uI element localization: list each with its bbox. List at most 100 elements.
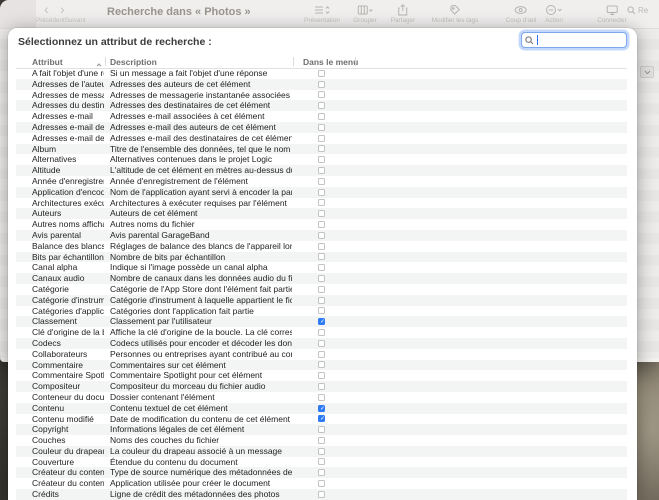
menu-checkbox[interactable] bbox=[318, 297, 325, 304]
share-button[interactable]: Partager bbox=[391, 3, 416, 24]
attribute-search-input[interactable] bbox=[538, 35, 623, 45]
toolbar-search-field[interactable]: Re bbox=[627, 6, 648, 15]
menu-checkbox[interactable] bbox=[318, 491, 325, 498]
menu-checkbox[interactable] bbox=[318, 264, 325, 271]
table-row[interactable]: ClassementClassement par l'utilisateur bbox=[16, 316, 627, 327]
menu-checkbox[interactable] bbox=[318, 437, 325, 444]
table-row[interactable]: Contenu modifiéDate de modification du c… bbox=[16, 414, 627, 425]
column-header-description[interactable]: Description bbox=[110, 57, 157, 67]
menu-checkbox[interactable] bbox=[318, 329, 325, 336]
table-row[interactable]: Adresses du destinat…Adresses des destin… bbox=[16, 100, 627, 111]
table-row[interactable]: Commentaire SpotlightCommentaire Spotlig… bbox=[16, 370, 627, 381]
table-row[interactable]: AlbumTitre de l'ensemble des données, te… bbox=[16, 144, 627, 155]
menu-checkbox-checked[interactable] bbox=[318, 318, 325, 325]
table-row[interactable]: CouvertureÉtendue du contenu du document bbox=[16, 457, 627, 468]
table-row[interactable]: ContenuContenu textuel de cet élément bbox=[16, 403, 627, 414]
menu-checkbox[interactable] bbox=[318, 145, 325, 152]
attribute-name-cell: Adresses e-mail des… bbox=[32, 133, 104, 144]
menu-checkbox[interactable] bbox=[318, 232, 325, 239]
menu-checkbox[interactable] bbox=[318, 469, 325, 476]
menu-checkbox[interactable] bbox=[318, 383, 325, 390]
table-row[interactable]: Autres noms affichabl…Autres noms du fic… bbox=[16, 219, 627, 230]
table-row[interactable]: Adresses de l'auteurAdresses des auteurs… bbox=[16, 79, 627, 90]
menu-checkbox[interactable] bbox=[318, 286, 325, 293]
menu-checkbox[interactable] bbox=[318, 448, 325, 455]
menu-checkbox[interactable] bbox=[318, 167, 325, 174]
table-row[interactable]: Canaux audioNombre de canaux dans les do… bbox=[16, 273, 627, 284]
menu-checkbox[interactable] bbox=[318, 340, 325, 347]
menu-checkbox[interactable] bbox=[318, 243, 325, 250]
menu-checkbox[interactable] bbox=[318, 91, 325, 98]
attribute-name-cell: Collaborateurs bbox=[32, 349, 104, 360]
table-row[interactable]: CopyrightInformations légales de cet élé… bbox=[16, 424, 627, 435]
menu-checkbox[interactable] bbox=[318, 253, 325, 260]
table-row[interactable]: Adresses e-mail de l'a…Adresses e-mail d… bbox=[16, 122, 627, 133]
menu-checkbox[interactable] bbox=[318, 426, 325, 433]
table-row[interactable]: Créateur du contenuType de source numéri… bbox=[16, 467, 627, 478]
table-row[interactable]: Adresses e-mailAdresses e-mail associées… bbox=[16, 111, 627, 122]
action-button[interactable]: Action bbox=[545, 3, 563, 24]
connect-button[interactable]: Connecter bbox=[597, 3, 627, 24]
table-row[interactable]: Application d'encoda…Nom de l'applicatio… bbox=[16, 187, 627, 198]
table-row[interactable]: CréditsLigne de crédit des métadonnées d… bbox=[16, 489, 627, 500]
table-row[interactable]: Créateur du contenuApplication utilisée … bbox=[16, 478, 627, 489]
menu-checkbox[interactable] bbox=[318, 307, 325, 314]
column-header-dans-le-menu[interactable]: Dans le menu bbox=[303, 57, 358, 67]
menu-checkbox-checked[interactable] bbox=[318, 405, 325, 412]
back-button[interactable]: ‹ bbox=[44, 2, 49, 16]
table-row[interactable]: CommentaireCommentaires sur cet élément bbox=[16, 360, 627, 371]
menu-checkbox[interactable] bbox=[318, 70, 325, 77]
view-button[interactable]: Présentation bbox=[304, 3, 340, 24]
tags-button[interactable]: Modifier les tags bbox=[432, 3, 479, 24]
menu-checkbox[interactable] bbox=[318, 372, 325, 379]
attribute-name-cell: Canal alpha bbox=[32, 262, 104, 273]
menu-checkbox[interactable] bbox=[318, 102, 325, 109]
menu-checkbox[interactable] bbox=[318, 210, 325, 217]
menu-checkbox[interactable] bbox=[318, 275, 325, 282]
attribute-search-field[interactable] bbox=[521, 32, 627, 48]
table-row[interactable]: Bits par échantillonNombre de bits par é… bbox=[16, 252, 627, 263]
table-row[interactable]: AltitudeL'altitude de cet élément en mèt… bbox=[16, 165, 627, 176]
menu-checkbox-checked[interactable] bbox=[318, 415, 325, 422]
menu-checkbox[interactable] bbox=[318, 351, 325, 358]
menu-checkbox[interactable] bbox=[318, 221, 325, 228]
table-row[interactable]: CompositeurCompositeur du morceau du fic… bbox=[16, 381, 627, 392]
table-row[interactable]: Catégories d'applicati…Catégories dont l… bbox=[16, 306, 627, 317]
table-row[interactable]: AlternativesAlternatives contenues dans … bbox=[16, 154, 627, 165]
table-row[interactable]: Canal alphaIndique si l'image possède un… bbox=[16, 262, 627, 273]
column-header-attribut[interactable]: Attribut bbox=[32, 57, 63, 67]
menu-checkbox[interactable] bbox=[318, 81, 325, 88]
table-row[interactable]: Conteneur du docum…Dossier contenant l'é… bbox=[16, 392, 627, 403]
table-row[interactable]: Année d'enregistreme…Année d'enregistrem… bbox=[16, 176, 627, 187]
table-row[interactable]: A fait l'objet d'une rép…Si un message a… bbox=[16, 68, 627, 79]
quicklook-button[interactable]: Coup d'œil bbox=[506, 3, 537, 24]
menu-checkbox[interactable] bbox=[318, 199, 325, 206]
table-row[interactable]: Balance des blancsRéglages de balance de… bbox=[16, 241, 627, 252]
menu-checkbox[interactable] bbox=[318, 124, 325, 131]
group-button[interactable]: Grouper bbox=[353, 3, 376, 24]
table-row[interactable]: Couleur du drapeauLa couleur du drapeau … bbox=[16, 446, 627, 457]
table-row[interactable]: CatégorieCatégorie de l'App Store dont l… bbox=[16, 284, 627, 295]
menu-checkbox[interactable] bbox=[318, 113, 325, 120]
forward-button[interactable]: › bbox=[60, 2, 65, 16]
table-row[interactable]: Clé d'origine de la bo…Affiche la clé d'… bbox=[16, 327, 627, 338]
menu-checkbox[interactable] bbox=[318, 135, 325, 142]
table-row[interactable]: Adresses e-mail des…Adresses e-mail des … bbox=[16, 133, 627, 144]
table-row[interactable]: CouchesNoms des couches du fichier bbox=[16, 435, 627, 446]
menu-checkbox[interactable] bbox=[318, 178, 325, 185]
table-row[interactable]: Avis parentalAvis parental GarageBand bbox=[16, 230, 627, 241]
menu-checkbox[interactable] bbox=[318, 394, 325, 401]
menu-checkbox[interactable] bbox=[318, 458, 325, 465]
sort-popup-button[interactable] bbox=[640, 66, 654, 78]
table-row[interactable]: CollaborateursPersonnes ou entreprises a… bbox=[16, 349, 627, 360]
menu-checkbox[interactable] bbox=[318, 480, 325, 487]
table-row[interactable]: Catégorie d'instrumentCatégorie d'instru… bbox=[16, 295, 627, 306]
table-row[interactable]: Adresses de message…Adresses de messager… bbox=[16, 90, 627, 101]
menu-checkbox[interactable] bbox=[318, 361, 325, 368]
table-row[interactable]: AuteursAuteurs de cet élément bbox=[16, 208, 627, 219]
table-row[interactable]: CodecsCodecs utilisés pour encoder et dé… bbox=[16, 338, 627, 349]
attribute-table-body: A fait l'objet d'une rép…Si un message a… bbox=[16, 68, 627, 500]
table-row[interactable]: Architectures exécuta…Architectures à ex… bbox=[16, 198, 627, 209]
menu-checkbox[interactable] bbox=[318, 156, 325, 163]
menu-checkbox[interactable] bbox=[318, 189, 325, 196]
